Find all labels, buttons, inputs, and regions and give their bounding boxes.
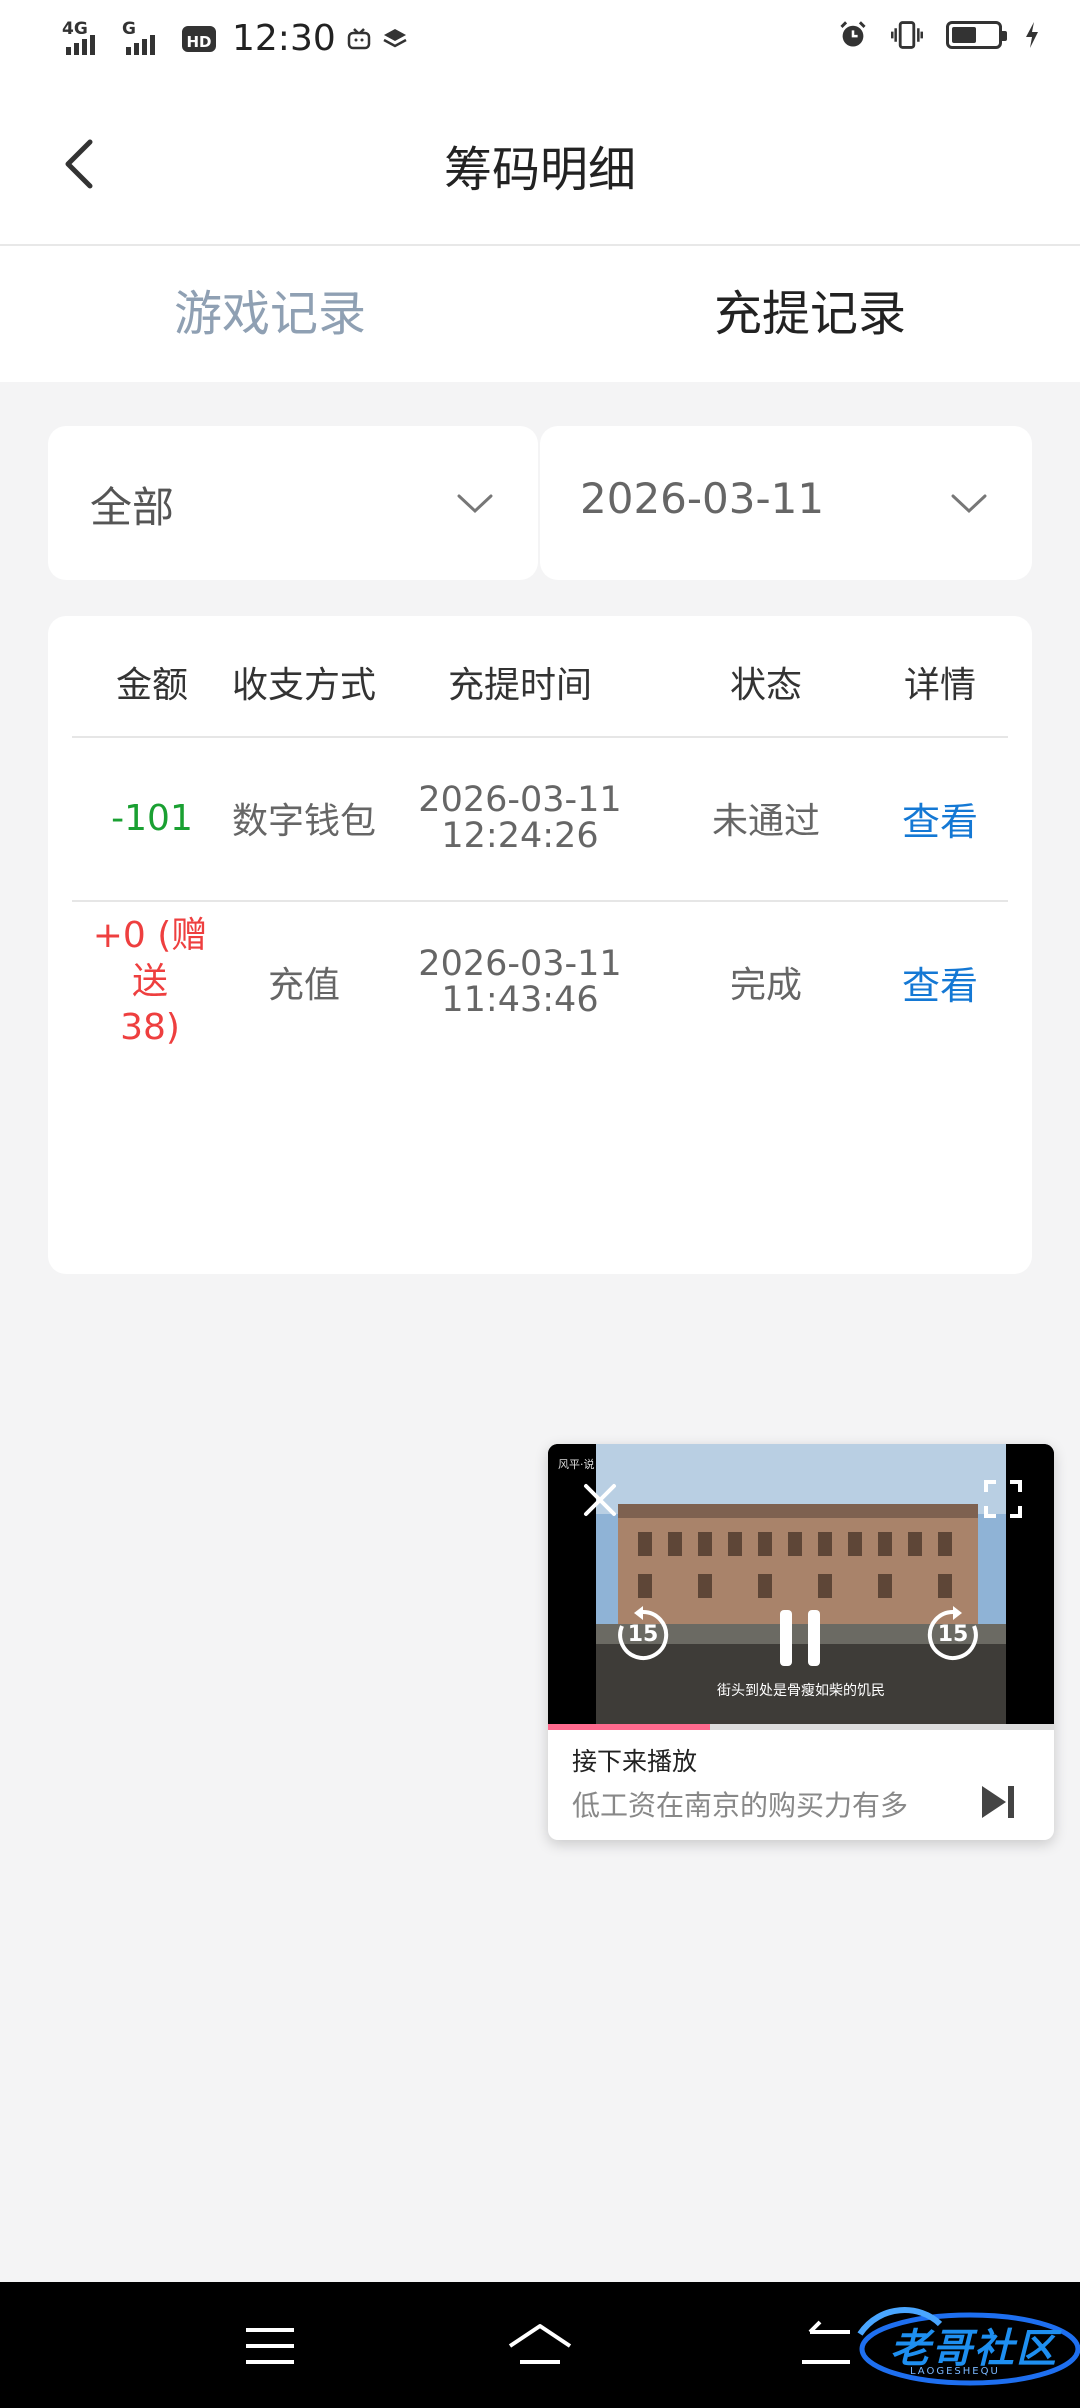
col-method: 收支方式	[231, 665, 377, 706]
col-detail: 详情	[903, 665, 977, 706]
status-left: 4G G HD 12:30	[62, 18, 408, 59]
app-header: 筹码明细	[0, 84, 1080, 246]
clock: 12:30	[232, 18, 336, 59]
signal-4g-icon: 4G	[62, 19, 112, 59]
watermark-subtext: LAOGESHEQU	[910, 2366, 1000, 2377]
status-right	[838, 20, 1040, 50]
col-time: 充提时间	[447, 665, 593, 706]
tab-game-records[interactable]: 游戏记录	[0, 246, 540, 382]
status-cell: 未通过	[711, 801, 821, 842]
floating-video-player[interactable]: 风平·说 15 15 街头到处是骨瘦如柴的饥民 接下来播放 低工资在南京的购买力…	[548, 1444, 1054, 1840]
col-amount: 金额	[115, 665, 189, 706]
method-cell: 数字钱包	[231, 801, 377, 842]
layers-icon	[383, 28, 407, 47]
time-text: 12:24:26	[441, 816, 599, 856]
alarm-icon	[840, 21, 866, 47]
method-cell: 充值	[267, 965, 341, 1006]
battery-icon	[946, 21, 1007, 49]
page-title: 筹码明细	[443, 142, 636, 198]
hd-voice-icon: HD	[182, 25, 216, 52]
view-detail-link[interactable]: 查看	[902, 738, 978, 898]
skip-next-icon[interactable]	[978, 1782, 1018, 1822]
signal-g-icon: G	[122, 19, 172, 59]
home-icon[interactable]	[504, 2318, 576, 2374]
rewind-15-button[interactable]: 15	[612, 1604, 674, 1666]
chevron-down-icon	[951, 494, 987, 514]
status-bar: 4G G HD 12:30	[0, 0, 1080, 84]
rewind-seconds: 15	[627, 1622, 659, 1647]
fullscreen-icon[interactable]	[980, 1476, 1026, 1522]
amount-cell: +0 (赠送 38)	[75, 902, 225, 1062]
date-filter-dropdown[interactable]: 2026-03-11	[540, 426, 1032, 580]
date-text: 2026-03-11	[418, 944, 622, 984]
charging-icon	[1026, 22, 1038, 48]
vibrate-icon	[891, 21, 923, 49]
system-nav-bar: 老哥社区 LAOGESHEQU	[0, 2282, 1080, 2408]
menu-icon[interactable]	[240, 2318, 300, 2374]
date-text: 2026-03-11	[418, 780, 622, 820]
up-next-title[interactable]: 低工资在南京的购买力有多	[572, 1784, 952, 1824]
amount-line-2: 38)	[120, 1007, 180, 1048]
time-cell: 2026-03-11 12:24:26	[418, 738, 621, 898]
table-header: 金额 收支方式 充提时间 状态 详情	[48, 616, 1032, 736]
type-filter-dropdown[interactable]: 全部	[48, 426, 538, 580]
watermark-logo: 老哥社区 LAOGESHEQU	[830, 2294, 1080, 2394]
col-status: 状态	[729, 665, 803, 706]
time-cell: 2026-03-11 11:43:46	[418, 902, 621, 1062]
video-subtitle: 街头到处是骨瘦如柴的饥民	[717, 1683, 885, 1699]
forward-15-button[interactable]: 15	[922, 1604, 984, 1666]
tab-deposit-withdraw-records[interactable]: 充提记录	[540, 246, 1080, 382]
video-frame[interactable]: 风平·说 15 15 街头到处是骨瘦如柴的饥民	[548, 1444, 1054, 1728]
time-text: 11:43:46	[441, 980, 599, 1020]
video-progress-fill	[548, 1724, 710, 1730]
view-detail-link[interactable]: 查看	[902, 902, 978, 1062]
video-tag: 风平·说	[558, 1458, 595, 1471]
forward-seconds: 15	[937, 1622, 969, 1647]
chevron-down-icon	[457, 494, 493, 514]
pause-icon[interactable]	[774, 1608, 826, 1668]
close-icon[interactable]	[578, 1478, 622, 1522]
status-cell: 完成	[729, 965, 803, 1006]
up-next-label: 接下来播放	[572, 1747, 698, 1776]
tv-app-icon	[347, 27, 370, 49]
table-row: -101 数字钱包 2026-03-11 12:24:26 未通过 查看	[48, 738, 1032, 898]
type-filter-value: 全部	[90, 483, 175, 532]
record-tabs: 游戏记录 充提记录	[0, 246, 1080, 382]
amount-line-1: +0 (赠送	[92, 915, 208, 1002]
table-row: +0 (赠送 38) 充值 2026-03-11 11:43:46 完成 查看	[48, 902, 1032, 1062]
amount-cell: -101	[111, 797, 193, 839]
date-filter-value: 2026-03-11	[580, 474, 825, 523]
video-progress-bar[interactable]	[548, 1724, 1054, 1730]
records-table: 金额 收支方式 充提时间 状态 详情 -101 数字钱包 2026-03-11 …	[48, 616, 1032, 1274]
